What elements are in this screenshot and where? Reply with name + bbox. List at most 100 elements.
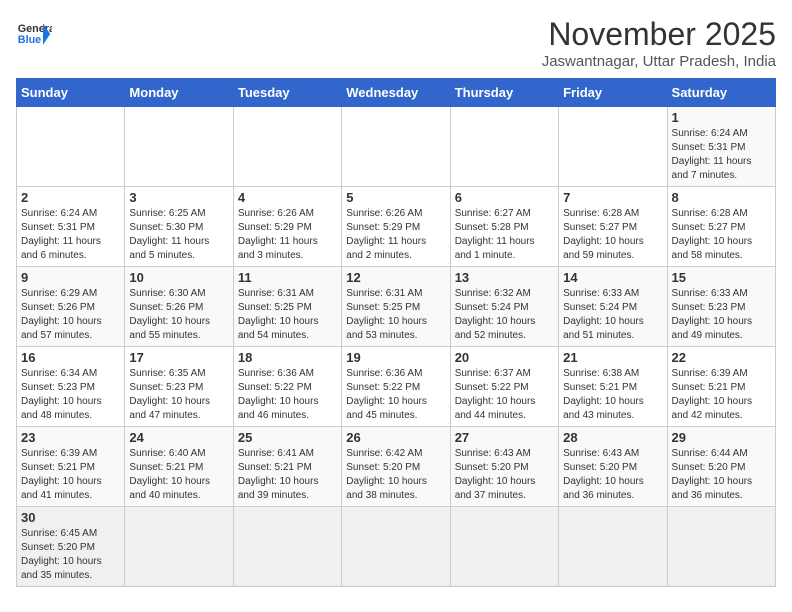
- calendar-cell: 3 Sunrise: 6:25 AM Sunset: 5:30 PM Daylig…: [125, 187, 233, 267]
- logo-icon: General Blue: [16, 16, 52, 52]
- day-number: 11: [238, 270, 337, 285]
- day-number: 3: [129, 190, 228, 205]
- calendar-week-row: 1 Sunrise: 6:24 AM Sunset: 5:31 PM Daylig…: [17, 107, 776, 187]
- day-of-week-header: Monday: [125, 79, 233, 107]
- day-of-week-header: Wednesday: [342, 79, 450, 107]
- day-info: Sunrise: 6:43 AM Sunset: 5:20 PM Dayligh…: [563, 447, 662, 503]
- day-number: 20: [455, 350, 554, 365]
- calendar-cell: 18 Sunrise: 6:36 AM Sunset: 5:22 PM Dayli…: [233, 347, 341, 427]
- calendar-cell: [667, 507, 775, 587]
- day-info: Sunrise: 6:39 AM Sunset: 5:21 PM Dayligh…: [21, 447, 120, 503]
- month-year: November 2025: [542, 16, 776, 53]
- day-info: Sunrise: 6:38 AM Sunset: 5:21 PM Dayligh…: [563, 367, 662, 423]
- calendar-week-row: 16 Sunrise: 6:34 AM Sunset: 5:23 PM Dayli…: [17, 347, 776, 427]
- calendar-cell: 11 Sunrise: 6:31 AM Sunset: 5:25 PM Dayli…: [233, 267, 341, 347]
- day-info: Sunrise: 6:45 AM Sunset: 5:20 PM Dayligh…: [21, 527, 120, 583]
- day-of-week-header: Friday: [559, 79, 667, 107]
- calendar-cell: 9 Sunrise: 6:29 AM Sunset: 5:26 PM Daylig…: [17, 267, 125, 347]
- page-header: General Blue November 2025 Jaswantnagar,…: [16, 16, 776, 70]
- day-info: Sunrise: 6:27 AM Sunset: 5:28 PM Dayligh…: [455, 207, 554, 263]
- day-of-week-header: Sunday: [17, 79, 125, 107]
- day-number: 12: [346, 270, 445, 285]
- day-number: 29: [672, 430, 771, 445]
- calendar-cell: [125, 107, 233, 187]
- calendar-cell: [233, 107, 341, 187]
- day-number: 16: [21, 350, 120, 365]
- day-number: 8: [672, 190, 771, 205]
- day-info: Sunrise: 6:28 AM Sunset: 5:27 PM Dayligh…: [563, 207, 662, 263]
- calendar-cell: 4Sunrise: 6:26 AM Sunset: 5:29 PM Daylig…: [233, 187, 341, 267]
- calendar-cell: 28 Sunrise: 6:43 AM Sunset: 5:20 PM Dayli…: [559, 427, 667, 507]
- day-info: Sunrise: 6:24 AM Sunset: 5:31 PM Dayligh…: [21, 207, 120, 263]
- day-info: Sunrise: 6:33 AM Sunset: 5:24 PM Dayligh…: [563, 287, 662, 343]
- calendar-cell: 24 Sunrise: 6:40 AM Sunset: 5:21 PM Dayli…: [125, 427, 233, 507]
- day-of-week-header: Saturday: [667, 79, 775, 107]
- calendar-cell: 16 Sunrise: 6:34 AM Sunset: 5:23 PM Dayli…: [17, 347, 125, 427]
- day-number: 14: [563, 270, 662, 285]
- day-number: 1: [672, 110, 771, 125]
- day-info: Sunrise: 6:43 AM Sunset: 5:20 PM Dayligh…: [455, 447, 554, 503]
- day-number: 23: [21, 430, 120, 445]
- day-info: Sunrise: 6:42 AM Sunset: 5:20 PM Dayligh…: [346, 447, 445, 503]
- day-info: Sunrise: 6:39 AM Sunset: 5:21 PM Dayligh…: [672, 367, 771, 423]
- day-of-week-header: Tuesday: [233, 79, 341, 107]
- day-info: Sunrise: 6:37 AM Sunset: 5:22 PM Dayligh…: [455, 367, 554, 423]
- location-subtitle: Jaswantnagar, Uttar Pradesh, India: [542, 53, 776, 70]
- day-number: 19: [346, 350, 445, 365]
- day-info: Sunrise: 6:36 AM Sunset: 5:22 PM Dayligh…: [238, 367, 337, 423]
- day-number: 9: [21, 270, 120, 285]
- day-info: Sunrise: 6:25 AM Sunset: 5:30 PM Dayligh…: [129, 207, 228, 263]
- calendar-cell: 19Sunrise: 6:36 AM Sunset: 5:22 PM Dayli…: [342, 347, 450, 427]
- calendar-week-row: 2 Sunrise: 6:24 AM Sunset: 5:31 PM Daylig…: [17, 187, 776, 267]
- day-number: 25: [238, 430, 337, 445]
- calendar-week-row: 23 Sunrise: 6:39 AM Sunset: 5:21 PM Dayli…: [17, 427, 776, 507]
- day-number: 2: [21, 190, 120, 205]
- calendar-cell: [342, 107, 450, 187]
- day-info: Sunrise: 6:44 AM Sunset: 5:20 PM Dayligh…: [672, 447, 771, 503]
- calendar-cell: 13 Sunrise: 6:32 AM Sunset: 5:24 PM Dayli…: [450, 267, 558, 347]
- calendar-cell: 10Sunrise: 6:30 AM Sunset: 5:26 PM Dayli…: [125, 267, 233, 347]
- day-number: 30: [21, 510, 120, 525]
- day-info: Sunrise: 6:26 AM Sunset: 5:29 PM Dayligh…: [346, 207, 445, 263]
- calendar-cell: 30 Sunrise: 6:45 AM Sunset: 5:20 PM Dayli…: [17, 507, 125, 587]
- calendar-cell: [125, 507, 233, 587]
- day-number: 28: [563, 430, 662, 445]
- calendar-cell: 15Sunrise: 6:33 AM Sunset: 5:23 PM Dayli…: [667, 267, 775, 347]
- day-number: 6: [455, 190, 554, 205]
- calendar-cell: [450, 107, 558, 187]
- day-number: 18: [238, 350, 337, 365]
- day-number: 26: [346, 430, 445, 445]
- calendar-cell: 17Sunrise: 6:35 AM Sunset: 5:23 PM Dayli…: [125, 347, 233, 427]
- day-info: Sunrise: 6:32 AM Sunset: 5:24 PM Dayligh…: [455, 287, 554, 343]
- calendar-cell: 21 Sunrise: 6:38 AM Sunset: 5:21 PM Dayli…: [559, 347, 667, 427]
- calendar-table: SundayMondayTuesdayWednesdayThursdayFrid…: [16, 78, 776, 587]
- calendar-cell: [450, 507, 558, 587]
- calendar-week-row: 9 Sunrise: 6:29 AM Sunset: 5:26 PM Daylig…: [17, 267, 776, 347]
- day-number: 13: [455, 270, 554, 285]
- day-number: 22: [672, 350, 771, 365]
- day-info: Sunrise: 6:31 AM Sunset: 5:25 PM Dayligh…: [346, 287, 445, 343]
- calendar-cell: 22 Sunrise: 6:39 AM Sunset: 5:21 PM Dayli…: [667, 347, 775, 427]
- calendar-cell: 25 Sunrise: 6:41 AM Sunset: 5:21 PM Dayli…: [233, 427, 341, 507]
- calendar-cell: 8Sunrise: 6:28 AM Sunset: 5:27 PM Daylig…: [667, 187, 775, 267]
- day-info: Sunrise: 6:26 AM Sunset: 5:29 PM Dayligh…: [238, 207, 337, 263]
- day-of-week-header: Thursday: [450, 79, 558, 107]
- calendar-cell: 12 Sunrise: 6:31 AM Sunset: 5:25 PM Dayli…: [342, 267, 450, 347]
- calendar-week-row: 30 Sunrise: 6:45 AM Sunset: 5:20 PM Dayli…: [17, 507, 776, 587]
- day-info: Sunrise: 6:24 AM Sunset: 5:31 PM Dayligh…: [672, 127, 771, 183]
- day-info: Sunrise: 6:40 AM Sunset: 5:21 PM Dayligh…: [129, 447, 228, 503]
- day-number: 7: [563, 190, 662, 205]
- calendar-cell: 7 Sunrise: 6:28 AM Sunset: 5:27 PM Daylig…: [559, 187, 667, 267]
- day-info: Sunrise: 6:34 AM Sunset: 5:23 PM Dayligh…: [21, 367, 120, 423]
- day-info: Sunrise: 6:31 AM Sunset: 5:25 PM Dayligh…: [238, 287, 337, 343]
- calendar-header-row: SundayMondayTuesdayWednesdayThursdayFrid…: [17, 79, 776, 107]
- day-number: 24: [129, 430, 228, 445]
- day-info: Sunrise: 6:41 AM Sunset: 5:21 PM Dayligh…: [238, 447, 337, 503]
- day-number: 21: [563, 350, 662, 365]
- day-info: Sunrise: 6:29 AM Sunset: 5:26 PM Dayligh…: [21, 287, 120, 343]
- day-number: 17: [129, 350, 228, 365]
- calendar-cell: [559, 507, 667, 587]
- calendar-cell: 29 Sunrise: 6:44 AM Sunset: 5:20 PM Dayli…: [667, 427, 775, 507]
- day-number: 27: [455, 430, 554, 445]
- calendar-cell: [559, 107, 667, 187]
